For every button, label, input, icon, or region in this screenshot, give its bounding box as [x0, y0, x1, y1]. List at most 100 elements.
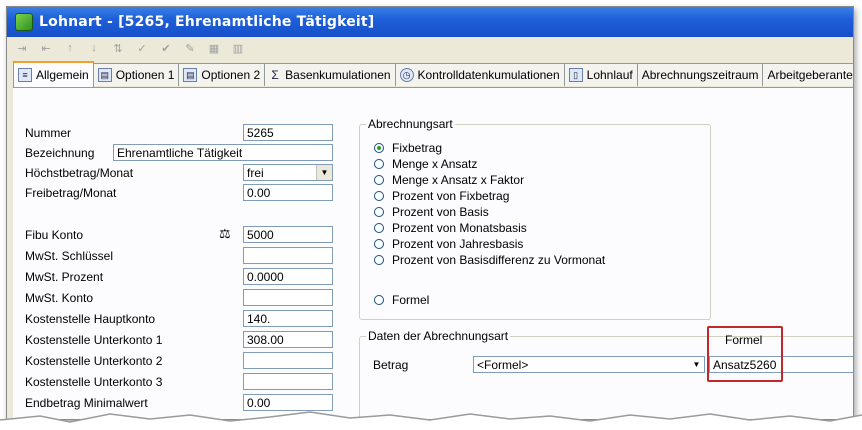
- abrechnungsart-title: Abrechnungsart: [366, 117, 455, 131]
- radio-label: Formel: [392, 293, 430, 307]
- betrag-label: Betrag: [373, 358, 409, 372]
- radio-label: Menge x Ansatz: [392, 157, 478, 171]
- account-lookup-icon[interactable]: ⚖: [219, 226, 231, 242]
- mwst-schluessel-field[interactable]: [243, 247, 333, 264]
- daten-abrechnungsart-title: Daten der Abrechnungsart: [366, 329, 511, 343]
- freibetrag-field[interactable]: 0.00: [243, 184, 333, 201]
- title-bar[interactable]: Lohnart - [5265, Ehrenamtliche Tätigkeit…: [7, 7, 853, 37]
- page-icon: ≡: [18, 68, 32, 82]
- sigma-icon: Σ: [271, 68, 279, 82]
- grid-icon[interactable]: ▦: [205, 40, 223, 56]
- radio-prozent-monatsbasis[interactable]: Prozent von Monatsbasis: [374, 221, 527, 235]
- radio-prozent-basis[interactable]: Prozent von Basis: [374, 205, 489, 219]
- kostenstelle-hauptkonto-field[interactable]: 140.: [243, 310, 333, 327]
- hoechstbetrag-label: Höchstbetrag/Monat: [25, 166, 134, 180]
- radio-button[interactable]: [374, 207, 384, 217]
- abrechnungsart-group: Abrechnungsart Fixbetrag Menge x Ansatz …: [359, 117, 711, 320]
- tab-arbeitgeberanteil[interactable]: Arbeitgeberanteil: [762, 63, 854, 86]
- radio-formel[interactable]: Formel: [374, 293, 429, 307]
- tab-label: Optionen 1: [115, 68, 175, 82]
- spellcheck-options-icon[interactable]: ✔: [157, 40, 175, 56]
- tab-label: Basenkumulationen: [285, 68, 391, 82]
- nummer-field[interactable]: 5265: [243, 124, 333, 141]
- betrag-select[interactable]: <Formel> ▼: [473, 356, 705, 373]
- tab-bar: ≡ Allgemein ▤ Optionen 1 ▤ Optionen 2 Σ Base…: [13, 61, 854, 87]
- mwst-schluessel-label: MwSt. Schlüssel: [25, 249, 114, 263]
- mwst-konto-field[interactable]: [243, 289, 333, 306]
- kostenstelle-unterkonto-3-field[interactable]: [243, 373, 333, 390]
- radio-label: Prozent von Monatsbasis: [392, 221, 527, 235]
- radio-button[interactable]: [374, 159, 384, 169]
- kostenstelle-unterkonto-1-label: Kostenstelle Unterkonto 1: [25, 333, 163, 347]
- hoechstbetrag-value: frei: [247, 166, 264, 180]
- fibu-konto-field[interactable]: 5000: [243, 226, 333, 243]
- tab-optionen-1[interactable]: ▤ Optionen 1: [92, 63, 180, 86]
- kostenstelle-unterkonto-1-field[interactable]: 308.00: [243, 331, 333, 348]
- tab-basenkumulationen[interactable]: Σ Basenkumulationen: [264, 63, 396, 86]
- radio-prozent-basisdifferenz[interactable]: Prozent von Basisdifferenz zu Vormonat: [374, 253, 605, 267]
- radio-menge-ansatz-faktor[interactable]: Menge x Ansatz x Faktor: [374, 173, 524, 187]
- indent-icon[interactable]: ⇥: [13, 40, 31, 56]
- radio-button[interactable]: [374, 239, 384, 249]
- nummer-label: Nummer: [25, 126, 72, 140]
- radio-label: Fixbetrag: [392, 141, 443, 155]
- move-up-icon[interactable]: ↑: [61, 40, 79, 56]
- options-icon: ▤: [183, 68, 198, 82]
- tab-label: Kontrolldatenkumulationen: [417, 68, 560, 82]
- sort-icon[interactable]: ⇅: [109, 40, 127, 56]
- radio-label: Prozent von Basisdifferenz zu Vormonat: [392, 253, 606, 267]
- radio-button[interactable]: [374, 295, 384, 305]
- radio-prozent-fixbetrag[interactable]: Prozent von Fixbetrag: [374, 189, 509, 203]
- tab-optionen-2[interactable]: ▤ Optionen 2: [178, 63, 266, 86]
- main-window: Lohnart - [5265, Ehrenamtliche Tätigkeit…: [6, 6, 854, 420]
- radio-label: Prozent von Fixbetrag: [392, 189, 510, 203]
- radio-button[interactable]: [374, 143, 384, 153]
- toolbar: ⇥ ⇤ ↑ ↓ ⇅ ✓ ✔ ✎ ▦ ▥: [7, 37, 853, 59]
- edit-icon[interactable]: ✎: [181, 40, 199, 56]
- kostenstelle-unterkonto-2-field[interactable]: [243, 352, 333, 369]
- fibu-konto-label: Fibu Konto: [25, 228, 84, 242]
- document-icon: ▯: [568, 68, 583, 82]
- freibetrag-label: Freibetrag/Monat: [25, 186, 117, 200]
- kostenstelle-unterkonto-3-label: Kostenstelle Unterkonto 3: [25, 375, 163, 389]
- app-icon: [15, 13, 33, 31]
- torn-edge-decoration: [0, 411, 862, 430]
- tab-lohnlauf[interactable]: ▯ Lohnlauf: [563, 63, 638, 86]
- chevron-down-icon[interactable]: ▼: [316, 165, 332, 180]
- radio-label: Menge x Ansatz x Faktor: [392, 173, 525, 187]
- outdent-icon[interactable]: ⇤: [37, 40, 55, 56]
- formel-highlight-box: [707, 326, 783, 382]
- mwst-prozent-field[interactable]: 0.0000: [243, 268, 333, 285]
- radio-button[interactable]: [374, 223, 384, 233]
- tab-kontrolldatenkumulationen[interactable]: ◷ Kontrolldatenkumulationen: [394, 63, 565, 86]
- grid-options-icon[interactable]: ▥: [229, 40, 247, 56]
- kostenstelle-unterkonto-2-label: Kostenstelle Unterkonto 2: [25, 354, 163, 368]
- tab-panel-allgemein: Nummer 5265 Bezeichnung Ehrenamtliche Tä…: [13, 87, 853, 419]
- radio-button[interactable]: [374, 191, 384, 201]
- hoechstbetrag-select[interactable]: frei ▼: [243, 164, 333, 181]
- radio-fixbetrag[interactable]: Fixbetrag: [374, 141, 442, 155]
- window-title: Lohnart - [5265, Ehrenamtliche Tätigkeit…: [39, 14, 375, 30]
- tab-label: Arbeitgeberanteil: [767, 68, 854, 82]
- mwst-prozent-label: MwSt. Prozent: [25, 270, 104, 284]
- tab-label: Abrechnungszeitraum: [641, 68, 759, 82]
- chevron-down-icon[interactable]: ▼: [689, 357, 704, 372]
- radio-button[interactable]: [374, 255, 384, 265]
- options-icon: ▤: [97, 68, 112, 82]
- tab-label: Optionen 2: [201, 68, 261, 82]
- tab-label: Allgemein: [36, 68, 89, 82]
- betrag-value: <Formel>: [477, 358, 529, 372]
- spellcheck-icon[interactable]: ✓: [133, 40, 151, 56]
- move-down-icon[interactable]: ↓: [85, 40, 103, 56]
- radio-button[interactable]: [374, 175, 384, 185]
- tab-allgemein[interactable]: ≡ Allgemein: [13, 61, 94, 87]
- clock-icon: ◷: [399, 68, 414, 82]
- kostenstelle-hauptkonto-label: Kostenstelle Hauptkonto: [25, 312, 156, 326]
- radio-prozent-jahresbasis[interactable]: Prozent von Jahresbasis: [374, 237, 523, 251]
- radio-label: Prozent von Jahresbasis: [392, 237, 524, 251]
- mwst-konto-label: MwSt. Konto: [25, 291, 94, 305]
- bezeichnung-label: Bezeichnung: [25, 146, 95, 160]
- bezeichnung-field[interactable]: Ehrenamtliche Tätigkeit: [113, 144, 333, 161]
- radio-menge-ansatz[interactable]: Menge x Ansatz: [374, 157, 477, 171]
- tab-abrechnungszeitraum[interactable]: Abrechnungszeitraum: [636, 63, 764, 86]
